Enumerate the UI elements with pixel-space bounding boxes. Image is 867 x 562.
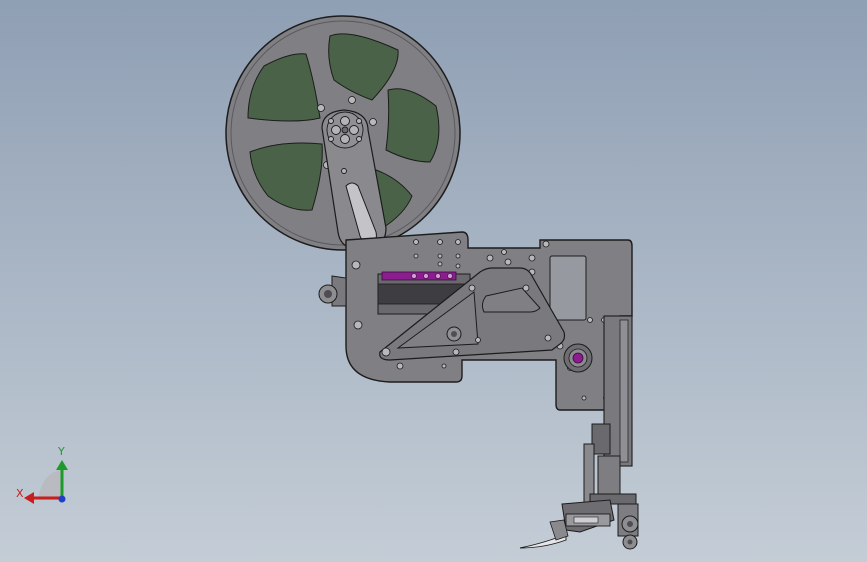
frame-window-right [549,255,587,321]
triad-y-arrow [56,460,68,470]
slide-column [597,455,621,499]
guide-roller-left[interactable] [318,275,347,307]
triad-plane [38,470,62,500]
peel-clamp-inner [573,516,599,524]
cad-viewport[interactable]: X Y [0,0,867,562]
roller-hub [324,290,332,298]
slide-rail [619,319,629,463]
triad-z-axis [58,495,66,503]
bracket-pivot-center [451,331,457,337]
peel-head[interactable] [519,499,639,550]
highlight-rail [381,271,457,281]
peel-roller-upper-hub [627,521,633,527]
peel-roller-lower-hub [627,539,633,545]
triad-x-label: X [16,487,24,500]
triad-x-arrow [24,492,34,504]
triad-y-label: Y [57,445,65,458]
hub-center [572,352,584,364]
slide-block [591,423,611,455]
drive-hub[interactable] [563,343,593,373]
coordinate-triad: X Y [16,445,68,504]
